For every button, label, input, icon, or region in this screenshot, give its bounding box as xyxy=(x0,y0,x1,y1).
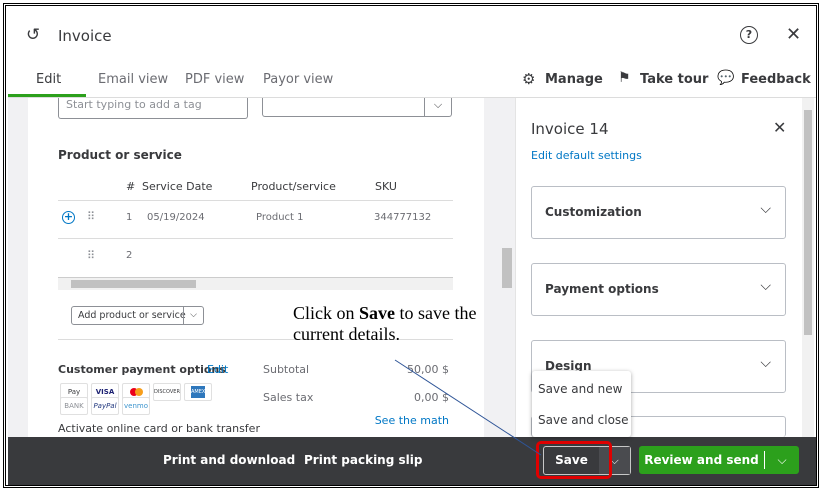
annotation-text: Click on xyxy=(293,303,359,323)
annotation-bold: Save xyxy=(359,303,395,323)
annotation-pointer-line xyxy=(394,359,542,456)
instruction-annotation: Click on Save to save the current detail… xyxy=(293,303,503,345)
